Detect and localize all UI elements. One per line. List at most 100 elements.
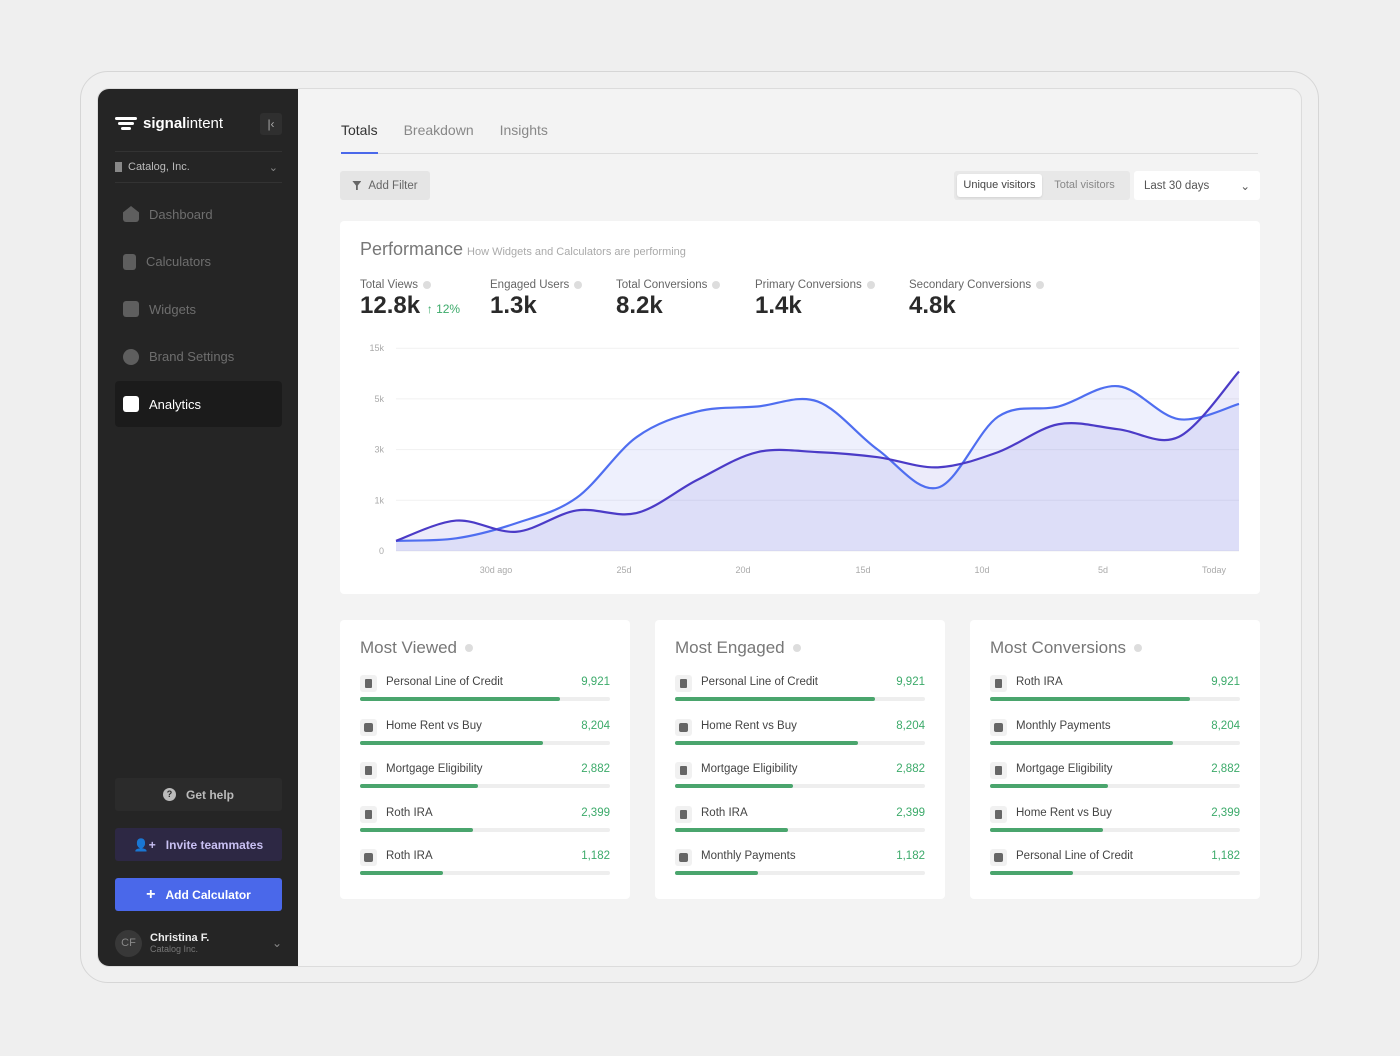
list-item[interactable]: Personal Line of Credit 1,182: [990, 847, 1240, 891]
progress-fill: [360, 740, 543, 745]
plus-icon: +: [146, 885, 156, 903]
chevron-down-icon: ⌄: [268, 161, 278, 174]
progress-track: [990, 827, 1240, 832]
add-filter-button[interactable]: Add Filter: [340, 171, 430, 200]
x-tick-label: 20d: [735, 565, 750, 575]
x-tick-label: 10d: [974, 565, 989, 575]
list-item[interactable]: Roth IRA 1,182: [360, 847, 610, 891]
brand-light: intent: [186, 115, 224, 132]
list-title: Most Conversions: [990, 638, 1127, 657]
calculator-icon: [675, 805, 692, 823]
tab-breakdown[interactable]: Breakdown: [404, 119, 474, 153]
item-value: 9,921: [581, 676, 610, 688]
tab-insights[interactable]: Insights: [500, 119, 548, 153]
help-label: Get help: [185, 787, 234, 802]
x-tick-label: Today: [1202, 565, 1227, 575]
item-name: Mortgage Eligibility: [701, 763, 798, 775]
progress-track: [675, 784, 925, 788]
sidebar-item-widgets[interactable]: Widgets: [115, 286, 282, 332]
performance-card: Performance How Widgets and Calculators a…: [340, 221, 1260, 594]
progress-fill: [675, 697, 875, 701]
widget-icon: [990, 849, 1007, 866]
list-item[interactable]: Monthly Payments 1,182: [675, 847, 925, 891]
item-value: 8,204: [896, 719, 925, 732]
get-help-button[interactable]: ? Get help: [115, 778, 282, 811]
progress-track: [675, 697, 925, 701]
list-item[interactable]: Personal Line of Credit 9,921: [360, 673, 610, 717]
sidebar-item-brand-settings[interactable]: Brand Settings: [115, 334, 282, 380]
calculator-icon: [123, 253, 136, 270]
list-item[interactable]: Home Rent vs Buy 8,204: [675, 717, 925, 761]
org-switcher[interactable]: Catalog, Inc. ⌄: [115, 151, 282, 183]
item-value: 2,399: [896, 806, 925, 819]
user-plus-icon: 👤+: [133, 837, 156, 852]
progress-fill: [990, 827, 1103, 832]
list-item[interactable]: Roth IRA 9,921: [990, 673, 1240, 717]
item-name: Roth IRA: [701, 806, 748, 819]
bar-chart-icon: [123, 396, 139, 412]
collapse-sidebar-button[interactable]: |‹: [260, 113, 282, 135]
y-tick-label: 0: [379, 546, 384, 556]
tab-totals[interactable]: Totals: [341, 119, 378, 154]
avatar: CF: [115, 929, 142, 957]
filter-label: Add Filter: [368, 179, 418, 192]
nav-label: Dashboard: [149, 206, 213, 222]
progress-track: [990, 740, 1240, 745]
chevron-down-icon: ⌄: [1240, 180, 1250, 193]
info-icon[interactable]: [792, 644, 801, 652]
list-item[interactable]: Mortgage Eligibility 2,882: [675, 760, 925, 804]
progress-fill: [990, 871, 1073, 875]
item-name: Personal Line of Credit: [1016, 850, 1133, 862]
x-tick-label: 25d: [616, 565, 631, 575]
item-value: 8,204: [1211, 719, 1240, 732]
x-tick-label: 15d: [855, 565, 870, 575]
unique-visitors-option[interactable]: Unique visitors: [957, 174, 1042, 197]
widget-icon: [360, 718, 377, 736]
org-name: Catalog, Inc.: [128, 161, 190, 173]
list-item[interactable]: Home Rent vs Buy 8,204: [360, 717, 610, 761]
x-tick-label: 5d: [1098, 565, 1108, 575]
progress-fill: [675, 784, 793, 788]
list-item[interactable]: Mortgage Eligibility 2,882: [360, 760, 610, 804]
info-icon[interactable]: [465, 644, 474, 652]
list-item[interactable]: Monthly Payments 8,204: [990, 717, 1240, 761]
progress-track: [675, 827, 925, 832]
progress-fill: [360, 827, 473, 832]
building-icon: [115, 162, 122, 172]
visitor-toggle: Unique visitors Total visitors: [954, 171, 1130, 200]
sidebar-item-calculators[interactable]: Calculators: [115, 239, 282, 285]
calculator-icon: [675, 675, 692, 692]
progress-track: [990, 871, 1240, 875]
sidebar-item-dashboard[interactable]: Dashboard: [115, 191, 282, 237]
y-tick-label: 5k: [374, 394, 384, 404]
sidebar-item-analytics[interactable]: Analytics: [115, 381, 282, 427]
widget-icon: [360, 849, 377, 866]
list-item[interactable]: Mortgage Eligibility 2,882: [990, 760, 1240, 804]
list-item[interactable]: Home Rent vs Buy 2,399: [990, 804, 1240, 848]
item-name: Personal Line of Credit: [701, 676, 818, 688]
date-range-select[interactable]: Last 30 days ⌄: [1134, 171, 1260, 200]
user-menu[interactable]: CF Christina F. Catalog Inc. ⌄: [115, 926, 282, 960]
progress-track: [990, 697, 1240, 701]
user-name: Christina F.: [150, 932, 210, 944]
nav-label: Brand Settings: [149, 349, 235, 364]
total-visitors-option[interactable]: Total visitors: [1042, 174, 1127, 197]
progress-track: [675, 740, 925, 745]
progress-fill: [360, 871, 443, 875]
invite-teammates-button[interactable]: 👤+ Invite teammates: [115, 828, 282, 861]
progress-track: [990, 784, 1240, 788]
item-name: Home Rent vs Buy: [701, 719, 797, 732]
filter-icon: [352, 181, 362, 190]
info-icon[interactable]: [1134, 644, 1143, 652]
widget-icon: [990, 718, 1007, 736]
add-calculator-button[interactable]: + Add Calculator: [115, 878, 282, 911]
item-value: 8,204: [581, 719, 610, 732]
item-value: 1,182: [896, 850, 925, 862]
home-icon: [123, 206, 139, 222]
list-item[interactable]: Roth IRA 2,399: [360, 804, 610, 848]
item-name: Mortgage Eligibility: [386, 763, 483, 775]
list-item[interactable]: Personal Line of Credit 9,921: [675, 673, 925, 717]
sidebar: signalintent |‹ Catalog, Inc. ⌄ Dashboar…: [98, 89, 298, 966]
list-item[interactable]: Roth IRA 2,399: [675, 804, 925, 848]
progress-fill: [675, 827, 788, 832]
